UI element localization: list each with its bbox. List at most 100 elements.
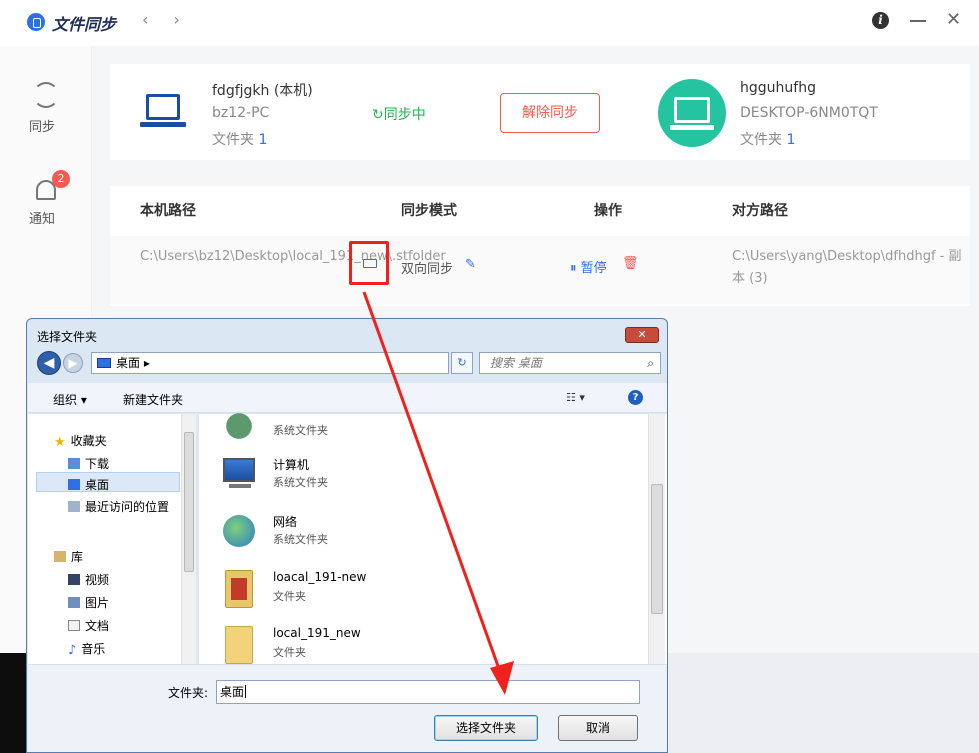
library-icon xyxy=(54,551,66,562)
device-card: fdgfjgkh (本机) bz12-PC 文件夹 1 ↻同步中 解除同步 hg… xyxy=(110,64,970,160)
folder-label: 文件夹 xyxy=(740,132,782,148)
video-icon xyxy=(68,574,80,585)
file-type: 系统文件夹 xyxy=(273,424,328,437)
desktop-icon xyxy=(97,358,111,368)
nav-label: 图片 xyxy=(85,596,110,610)
view-options-icon[interactable]: ☷ ▾ xyxy=(566,391,585,404)
forward-arrow-icon[interactable]: ▶ xyxy=(63,353,83,373)
sidebar-item-sync[interactable]: 同步 xyxy=(0,82,92,135)
folder-field[interactable]: 桌面 xyxy=(216,680,640,704)
file-type: 系统文件夹 xyxy=(273,476,328,489)
picture-icon xyxy=(68,597,80,608)
nav-item-recent[interactable]: 最近访问的位置 xyxy=(68,498,169,515)
minimize-icon[interactable] xyxy=(910,20,926,22)
star-icon: ★ xyxy=(54,435,66,450)
info-icon[interactable]: i xyxy=(872,12,889,29)
sidebar-item-notify[interactable]: 2 通知 xyxy=(0,170,92,227)
sync-icon xyxy=(33,82,59,108)
folder-open-icon xyxy=(363,259,377,268)
local-device-host: bz12-PC xyxy=(212,105,270,121)
folder-count: 1 xyxy=(258,132,268,148)
local-folder-count: 文件夹 1 xyxy=(212,129,267,149)
app-title: 文件同步 xyxy=(52,15,117,34)
sync-mode: 双向同步 xyxy=(401,262,454,277)
scrollbar-thumb[interactable] xyxy=(651,484,663,614)
nav-item-library[interactable]: 库 xyxy=(54,548,83,565)
nav-item-downloads[interactable]: 下载 xyxy=(68,455,109,472)
list-item[interactable]: 系统文件夹 xyxy=(219,400,519,448)
table-row: C:\Users\bz12\Desktop\local_191_new\.stf… xyxy=(110,236,970,304)
sidebar-item-label: 同步 xyxy=(28,120,55,135)
scrollbar-thumb[interactable] xyxy=(184,432,194,572)
nav-scrollbar[interactable] xyxy=(181,414,196,664)
organize-menu[interactable]: 组织 ▾ xyxy=(53,391,87,408)
file-list: 系统文件夹 计算机 系统文件夹 网络 系统文件夹 loacal_191-new … xyxy=(199,402,667,664)
choose-folder-button[interactable] xyxy=(349,241,389,285)
network-icon xyxy=(219,511,259,551)
sidebar-item-label: 通知 xyxy=(28,212,55,227)
nav-label: 库 xyxy=(71,550,84,564)
nav-label: 音乐 xyxy=(81,642,106,656)
delete-icon[interactable]: 🗑 xyxy=(622,256,639,271)
file-list-scrollbar[interactable] xyxy=(648,414,665,664)
music-icon: ♪ xyxy=(68,643,77,658)
list-item[interactable]: loacal_191-new 文件夹 xyxy=(219,566,519,614)
back-forward-arrows[interactable]: ‹ › xyxy=(142,10,190,29)
computer-icon xyxy=(219,454,259,494)
header-sync-mode: 同步模式 xyxy=(401,203,457,219)
file-name: 计算机 xyxy=(273,458,310,472)
nav-item-pictures[interactable]: 图片 xyxy=(68,594,109,611)
folder-field-value: 桌面 xyxy=(220,685,245,699)
nav-label: 最近访问的位置 xyxy=(85,500,170,514)
user-folder-icon xyxy=(219,402,259,442)
header-remote-path: 对方路径 xyxy=(732,203,788,219)
title-bar: 文件同步 ‹ › i ✕ xyxy=(0,0,979,46)
list-item[interactable]: local_191_new 文件夹 xyxy=(219,622,519,670)
file-name: local_191_new xyxy=(273,626,361,640)
remote-device-host: DESKTOP-6NM0TQT xyxy=(740,105,878,121)
edit-icon[interactable]: ✎ xyxy=(465,257,476,272)
view-dropdown: ▾ xyxy=(579,391,585,404)
header-actions: 操作 xyxy=(594,203,622,219)
help-icon[interactable]: ? xyxy=(628,390,643,405)
recent-icon xyxy=(68,501,80,512)
unsync-button[interactable]: 解除同步 xyxy=(500,93,600,133)
address-text: 桌面 xyxy=(116,356,141,370)
dialog-title: 选择文件夹 xyxy=(37,330,98,344)
document-icon xyxy=(68,620,80,631)
nav-item-favorites[interactable]: ★ 收藏夹 xyxy=(54,432,107,450)
file-type: 系统文件夹 xyxy=(273,533,328,546)
navigation-pane: ★ 收藏夹 下载 桌面 最近访问的位置 库 视频 图片 文档 ♪ 音乐 xyxy=(28,414,196,664)
select-folder-dialog: 选择文件夹 ✕ ◀ ▶ 桌面 ▸ ▾ ↻ 搜索 桌面 ⌕ 组织 ▾ 新建文件夹 … xyxy=(26,318,668,753)
file-name: loacal_191-new xyxy=(273,570,367,584)
folder-label: 文件夹 xyxy=(212,132,254,148)
nav-item-music[interactable]: ♪ 音乐 xyxy=(68,640,106,658)
close-icon[interactable]: ✕ xyxy=(946,9,961,30)
folder-field-label: 文件夹: xyxy=(168,686,209,700)
list-item[interactable]: 网络 系统文件夹 xyxy=(219,509,519,557)
back-arrow-icon[interactable]: ◀ xyxy=(37,351,61,375)
remote-device-name: hgguhufhg xyxy=(740,80,816,96)
file-type: 文件夹 xyxy=(273,590,306,603)
sync-status: ↻同步中 xyxy=(372,107,426,123)
cancel-button[interactable]: 取消 xyxy=(558,715,638,741)
new-folder-button[interactable]: 新建文件夹 xyxy=(123,391,183,408)
text-caret xyxy=(245,685,247,698)
remote-path: C:\Users\yang\Desktop\dfhdhgf - 副本 (3) xyxy=(732,249,962,286)
nav-item-documents[interactable]: 文档 xyxy=(68,617,109,634)
nav-label: 桌面 xyxy=(85,478,110,492)
address-bar[interactable]: 桌面 ▸ ▾ xyxy=(91,352,469,374)
select-folder-button[interactable]: 选择文件夹 xyxy=(434,715,538,741)
dialog-footer: 文件夹: 桌面 选择文件夹 取消 xyxy=(28,664,667,752)
dialog-close-icon[interactable]: ✕ xyxy=(625,327,659,343)
search-input[interactable]: 搜索 桌面 ⌕ xyxy=(479,352,661,374)
list-item[interactable]: 计算机 系统文件夹 xyxy=(219,452,519,500)
app-logo-icon xyxy=(27,13,45,31)
sync-table: 本机路径 同步模式 操作 对方路径 C:\Users\bz12\Desktop\… xyxy=(110,186,970,306)
nav-item-desktop[interactable]: 桌面 xyxy=(68,476,109,493)
pause-button[interactable]: ⏸ 暂停 xyxy=(570,257,607,276)
nav-item-videos[interactable]: 视频 xyxy=(68,571,109,588)
address-separator: ▸ xyxy=(143,356,150,370)
remote-folder-count: 文件夹 1 xyxy=(740,129,795,149)
refresh-icon[interactable]: ↻ xyxy=(451,352,473,374)
